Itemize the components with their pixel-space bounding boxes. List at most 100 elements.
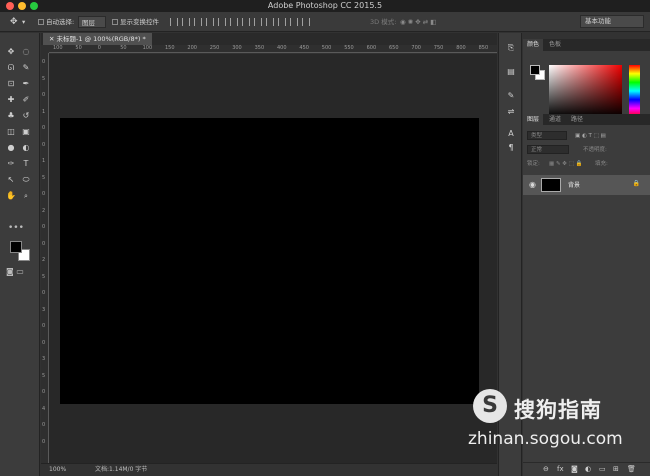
- brush-icon[interactable]: ✐: [19, 93, 33, 106]
- hand-icon[interactable]: ✋: [4, 189, 18, 202]
- actions-panel-icon[interactable]: ▤: [506, 67, 516, 77]
- crop-icon[interactable]: ⊡: [4, 77, 18, 90]
- brush-panel-icon[interactable]: ✎: [506, 91, 516, 101]
- paragraph-panel-icon[interactable]: ¶: [506, 143, 516, 153]
- align-bottom-icon[interactable]: [194, 18, 202, 26]
- history-brush-icon[interactable]: ↺: [19, 109, 33, 122]
- layer-style-icon[interactable]: fx: [557, 465, 564, 473]
- align-middle-icon[interactable]: [182, 18, 190, 26]
- eraser-icon[interactable]: ◫: [4, 125, 18, 138]
- distribute-middle-icon[interactable]: [254, 18, 262, 26]
- color-foreground-swatch[interactable]: [530, 65, 540, 75]
- distribute-top-icon[interactable]: [242, 18, 250, 26]
- blend-mode-select[interactable]: 正常: [527, 145, 569, 154]
- show-transform-checkbox[interactable]: 显示变换控件: [112, 16, 159, 28]
- 3d-mode-icons[interactable]: ◉ ✺ ✥ ⇄ ◧: [400, 16, 436, 28]
- distribute-center-icon[interactable]: [290, 18, 298, 26]
- align-center-icon[interactable]: [218, 18, 226, 26]
- blur-icon[interactable]: ●: [4, 141, 18, 154]
- ruler-h-tick: 0: [97, 45, 101, 51]
- watermark-brand: 搜狗指南: [514, 398, 602, 422]
- adjustment-layer-icon[interactable]: ◐: [585, 465, 591, 473]
- character-panel-icon[interactable]: A: [506, 129, 516, 139]
- horizontal-ruler[interactable]: 100 50 0 50 100 150 200 250 300 350 400 450 500 550 60…: [49, 45, 497, 53]
- ruler-v-tick: 0: [42, 290, 46, 296]
- ruler-v-tick: 0: [42, 92, 46, 98]
- distribute-left-icon[interactable]: [278, 18, 286, 26]
- ruler-h-tick: 500: [321, 45, 332, 51]
- ruler-h-tick: 100: [142, 45, 153, 51]
- document-info[interactable]: 文档:1.14M/0 字节: [95, 464, 147, 476]
- tool-preset-dropdown[interactable]: ▾: [22, 16, 25, 28]
- layer-lock-icon: 🔒: [632, 180, 640, 187]
- ruler-h-tick: 550: [344, 45, 354, 51]
- path-select-icon[interactable]: ↖: [4, 173, 18, 186]
- ruler-h-tick: 450: [299, 45, 309, 51]
- workspace-select[interactable]: 基本功能: [580, 15, 644, 28]
- layer-kind-filter[interactable]: 类型: [527, 131, 567, 140]
- marquee-icon[interactable]: ◌: [19, 45, 33, 58]
- opacity-label: 不透明度:: [583, 147, 607, 153]
- ruler-corner[interactable]: [41, 45, 49, 53]
- magic-wand-icon[interactable]: ✎: [19, 61, 33, 74]
- quick-mask-icon[interactable]: ◙ ▭: [6, 267, 24, 276]
- canvas-area[interactable]: [49, 54, 497, 463]
- dodge-icon[interactable]: ◐: [19, 141, 33, 154]
- align-top-icon[interactable]: [170, 18, 178, 26]
- eyedropper-icon[interactable]: ✒: [19, 77, 33, 90]
- auto-select-dropdown[interactable]: 图层: [78, 16, 106, 28]
- move-tool-icon[interactable]: ✥: [10, 16, 18, 28]
- align-right-icon[interactable]: [230, 18, 238, 26]
- document-canvas[interactable]: [60, 118, 479, 404]
- layer-row-background[interactable]: ◉ 背景 🔒: [523, 175, 650, 195]
- lock-icons[interactable]: ▦ ✎ ✥ ⬚ 🔒: [549, 159, 582, 169]
- color-picker-field[interactable]: [549, 65, 622, 117]
- foreground-color-swatch[interactable]: [10, 241, 22, 253]
- ruler-v-tick: 2: [42, 207, 46, 214]
- layers-footer: ⊖ fx ◙ ◐ ▭ ⊞ 🗑: [523, 462, 650, 476]
- color-panel-tabs: 颜色 色板: [523, 39, 650, 51]
- adjust-panel-icon[interactable]: ⇌: [506, 107, 516, 117]
- ruler-v-tick: 0: [42, 240, 46, 247]
- visibility-eye-icon[interactable]: ◉: [529, 180, 536, 189]
- tool-grid: ✥ ◌ ᘏ ✎ ⊡ ✒ ✚ ✐ ♣ ↺ ◫ ▣ ● ◐ ✑ T ↖ ⬭ ✋ ⌕: [4, 45, 36, 206]
- new-group-icon[interactable]: ▭: [599, 465, 606, 473]
- align-left-icon[interactable]: [206, 18, 214, 26]
- move-icon[interactable]: ✥: [4, 45, 18, 58]
- pen-icon[interactable]: ✑: [4, 157, 18, 170]
- ruler-v-tick: 0: [42, 125, 46, 131]
- ruler-v-tick: 0: [42, 141, 46, 148]
- zoom-level[interactable]: 100%: [49, 464, 66, 476]
- link-layers-icon[interactable]: ⊖: [543, 465, 549, 473]
- history-panel-icon[interactable]: ⎘: [506, 43, 516, 53]
- lock-label: 锁定:: [527, 161, 540, 167]
- filter-icons[interactable]: ▣ ◐ T ⬚ ▤: [575, 131, 606, 141]
- align-distribute-group[interactable]: [170, 16, 314, 28]
- distribute-bottom-icon[interactable]: [266, 18, 274, 26]
- edit-toolbar-icon[interactable]: •••: [8, 223, 24, 233]
- delete-layer-icon[interactable]: 🗑: [627, 465, 636, 473]
- tab-swatches[interactable]: 色板: [545, 39, 565, 51]
- color-panel: [523, 51, 650, 117]
- tab-color[interactable]: 颜色: [523, 39, 544, 51]
- layer-name[interactable]: 背景: [568, 180, 580, 189]
- ruler-v-tick: 3: [42, 306, 46, 313]
- gradient-icon[interactable]: ▣: [19, 125, 33, 138]
- auto-select-checkbox[interactable]: 自动选择:: [38, 16, 74, 28]
- fill-label: 填充:: [595, 161, 608, 167]
- new-layer-icon[interactable]: ⊞: [613, 465, 619, 473]
- distribute-right-icon[interactable]: [302, 18, 310, 26]
- add-mask-icon[interactable]: ◙: [571, 465, 578, 473]
- type-icon[interactable]: T: [19, 157, 33, 170]
- stamp-icon[interactable]: ♣: [4, 109, 18, 122]
- hue-slider[interactable]: [629, 65, 640, 117]
- title-bar: Adobe Photoshop CC 2015.5: [0, 0, 650, 12]
- healing-brush-icon[interactable]: ✚: [4, 93, 18, 106]
- zoom-icon[interactable]: ⌕: [19, 190, 33, 203]
- lasso-icon[interactable]: ᘏ: [4, 61, 18, 74]
- tab-close-icon[interactable]: ✕: [49, 35, 57, 43]
- vertical-ruler[interactable]: 0 5 0 1 0 0 1 5 0 2 0 0 2 5 0 3 0 0 3 5 0 4 0 0: [41, 53, 49, 463]
- shape-icon[interactable]: ⬭: [19, 173, 33, 186]
- document-tab[interactable]: ✕ 未标题-1 @ 100%(RGB/8*) *: [43, 33, 152, 45]
- ruler-v-tick: 0: [42, 339, 46, 346]
